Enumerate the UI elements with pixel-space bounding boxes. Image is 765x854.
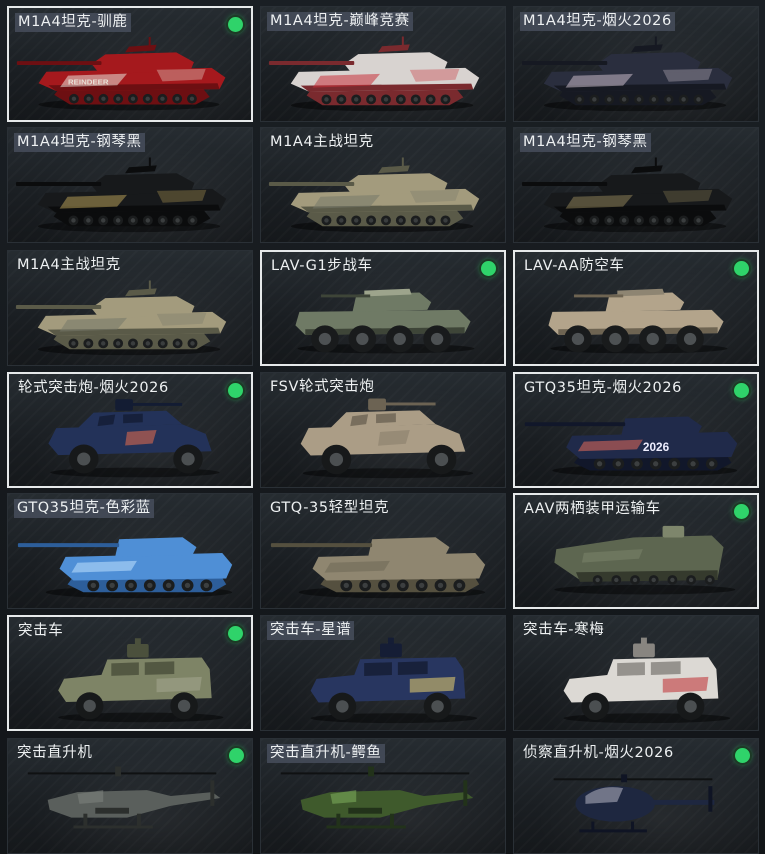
vehicle-name: 突击车-星谱: [267, 621, 355, 640]
svg-text:2026: 2026: [643, 441, 670, 454]
vehicle-card[interactable]: 突击车-寒梅: [513, 615, 759, 731]
vehicle-name: M1A4坦克-钢琴黑: [520, 133, 651, 152]
vehicle-card[interactable]: 2026 GTQ35坦克-烟火2026: [513, 372, 759, 488]
vehicle-name: M1A4坦克-钢琴黑: [14, 133, 145, 152]
vehicle-name: FSV轮式突击炮: [270, 379, 375, 395]
owned-status-dot-icon: [735, 748, 750, 763]
vehicle-name: M1A4坦克-烟火2026: [520, 12, 675, 31]
owned-status-dot-icon: [734, 383, 749, 398]
vehicle-name: GTQ35坦克-烟火2026: [524, 380, 682, 396]
owned-status-dot-icon: [229, 748, 244, 763]
owned-status-dot-icon: [734, 504, 749, 519]
owned-status-dot-icon: [228, 626, 243, 641]
vehicle-card[interactable]: 突击车-星谱: [260, 615, 506, 731]
vehicle-card[interactable]: 轮式突击炮-烟火2026: [7, 372, 253, 488]
vehicle-card[interactable]: M1A4主战坦克: [260, 127, 506, 243]
vehicle-skin-grid: REINDEER M1A4坦克-驯鹿 M1A4坦克-巅峰竞赛 M1A4坦克-烟火202…: [0, 0, 765, 854]
owned-status-dot-icon: [228, 17, 243, 32]
vehicle-name: 突击车-寒梅: [523, 622, 605, 638]
vehicle-card[interactable]: 突击直升机-鳄鱼: [260, 738, 506, 854]
vehicle-card[interactable]: 侦察直升机-烟火2026: [513, 738, 759, 854]
vehicle-card[interactable]: GTQ-35轻型坦克: [260, 493, 506, 609]
vehicle-name: GTQ35坦克-色彩蓝: [14, 499, 154, 518]
vehicle-name: LAV-AA防空车: [524, 258, 625, 274]
vehicle-card[interactable]: 突击车: [7, 615, 253, 731]
vehicle-card[interactable]: M1A4坦克-钢琴黑: [7, 127, 253, 243]
vehicle-name: 轮式突击炮-烟火2026: [18, 380, 169, 396]
vehicle-card[interactable]: M1A4坦克-巅峰竞赛: [260, 6, 506, 122]
vehicle-name: 突击直升机-鳄鱼: [267, 744, 385, 763]
vehicle-name: M1A4坦克-驯鹿: [15, 13, 131, 32]
vehicle-card[interactable]: FSV轮式突击炮: [260, 372, 506, 488]
vehicle-name: M1A4坦克-巅峰竞赛: [267, 12, 413, 31]
vehicle-card[interactable]: LAV-G1步战车: [260, 250, 506, 366]
vehicle-name: AAV两栖装甲运输车: [524, 501, 661, 517]
vehicle-name: 突击直升机: [17, 745, 93, 761]
vehicle-name: M1A4主战坦克: [17, 257, 121, 273]
owned-status-dot-icon: [481, 261, 496, 276]
vehicle-card[interactable]: REINDEER M1A4坦克-驯鹿: [7, 6, 253, 122]
vehicle-name: 突击车: [18, 623, 64, 639]
owned-status-dot-icon: [734, 261, 749, 276]
vehicle-name: GTQ-35轻型坦克: [270, 500, 390, 516]
vehicle-name: LAV-G1步战车: [271, 258, 373, 274]
vehicle-card[interactable]: LAV-AA防空车: [513, 250, 759, 366]
vehicle-card[interactable]: GTQ35坦克-色彩蓝: [7, 493, 253, 609]
owned-status-dot-icon: [228, 383, 243, 398]
vehicle-card[interactable]: M1A4坦克-烟火2026: [513, 6, 759, 122]
vehicle-name: 侦察直升机-烟火2026: [523, 745, 674, 761]
vehicle-card[interactable]: 突击直升机: [7, 738, 253, 854]
vehicle-name: M1A4主战坦克: [270, 134, 374, 150]
svg-text:REINDEER: REINDEER: [68, 77, 109, 86]
vehicle-card[interactable]: M1A4主战坦克: [7, 250, 253, 366]
vehicle-card[interactable]: M1A4坦克-钢琴黑: [513, 127, 759, 243]
vehicle-card[interactable]: AAV两栖装甲运输车: [513, 493, 759, 609]
